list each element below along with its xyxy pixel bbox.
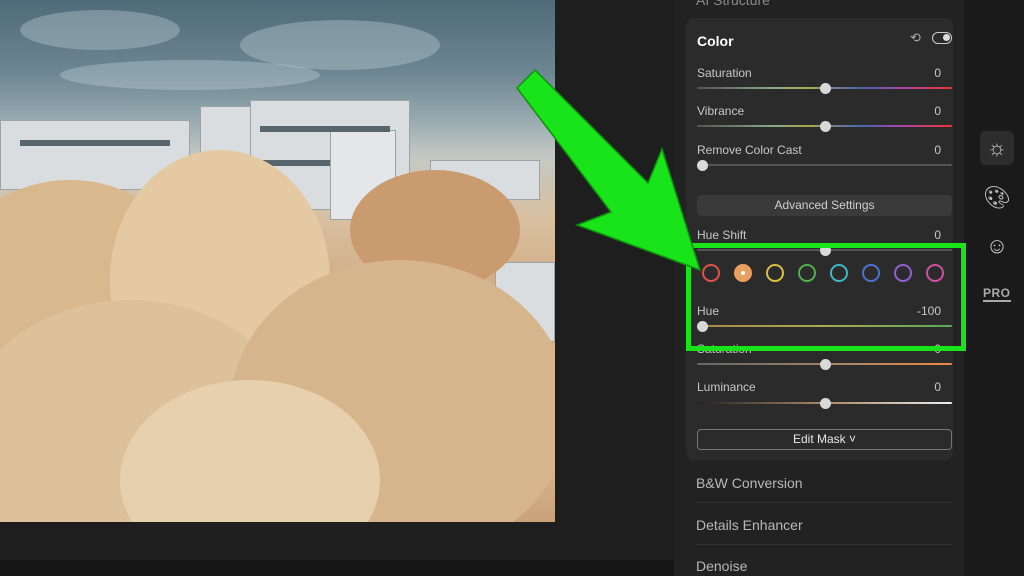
luminance-slider[interactable]	[697, 398, 952, 409]
photo-canvas[interactable]	[0, 0, 674, 576]
section-ai-structure[interactable]: AI Structure	[696, 0, 770, 8]
section-divider	[696, 502, 952, 503]
remove-cast-label: Remove Color Cast	[697, 143, 802, 157]
section-details-enhancer[interactable]: Details Enhancer	[696, 517, 952, 533]
palette-icon[interactable]: 🎨︎	[980, 181, 1014, 215]
visibility-toggle[interactable]	[932, 32, 952, 44]
section-divider	[696, 544, 952, 545]
hue-shift-value[interactable]: 0	[934, 228, 941, 242]
vibrance-slider[interactable]	[697, 121, 952, 132]
vibrance-label: Vibrance	[697, 104, 745, 118]
remove-cast-value[interactable]: 0	[934, 143, 941, 157]
app-window: AI Structure Color ⟲ Saturation 0 Vibran…	[0, 0, 1024, 576]
photo-preview[interactable]	[0, 0, 555, 522]
color-card: Color ⟲ Saturation 0 Vibrance 0 Remove C…	[686, 18, 953, 460]
sun-icon[interactable]: ☼	[980, 131, 1014, 165]
saturation-adv-thumb[interactable]	[819, 359, 831, 370]
saturation-thumb[interactable]	[819, 83, 831, 94]
saturation-adv-slider[interactable]	[697, 359, 952, 370]
tool-sidebar: ☼ 🎨︎ ☺ PRO	[964, 0, 1024, 576]
hue-shift-label: Hue Shift	[697, 228, 747, 242]
advanced-settings-button[interactable]: Advanced Settings	[697, 195, 952, 216]
annotation-highlight-box	[686, 243, 966, 351]
section-denoise[interactable]: Denoise	[696, 558, 952, 574]
section-bw-conversion[interactable]: B&W Conversion	[696, 475, 952, 491]
canvas-footer	[0, 560, 674, 576]
undo-icon[interactable]: ⟲	[910, 31, 924, 45]
smiley-icon[interactable]: ☺	[980, 229, 1014, 263]
saturation-slider[interactable]	[697, 83, 952, 94]
vibrance-thumb[interactable]	[819, 121, 831, 132]
luminance-value[interactable]: 0	[934, 380, 941, 394]
luminance-label: Luminance	[697, 380, 756, 394]
saturation-value[interactable]: 0	[934, 66, 941, 80]
remove-cast-slider[interactable]	[697, 160, 952, 171]
color-title: Color	[697, 33, 734, 49]
remove-cast-thumb[interactable]	[697, 160, 709, 171]
saturation-label: Saturation	[697, 66, 752, 80]
vibrance-value[interactable]: 0	[934, 104, 941, 118]
pro-badge[interactable]: PRO	[983, 286, 1011, 302]
edit-mask-button[interactable]: Edit Mask ˅	[697, 429, 952, 450]
luminance-thumb[interactable]	[819, 398, 831, 409]
